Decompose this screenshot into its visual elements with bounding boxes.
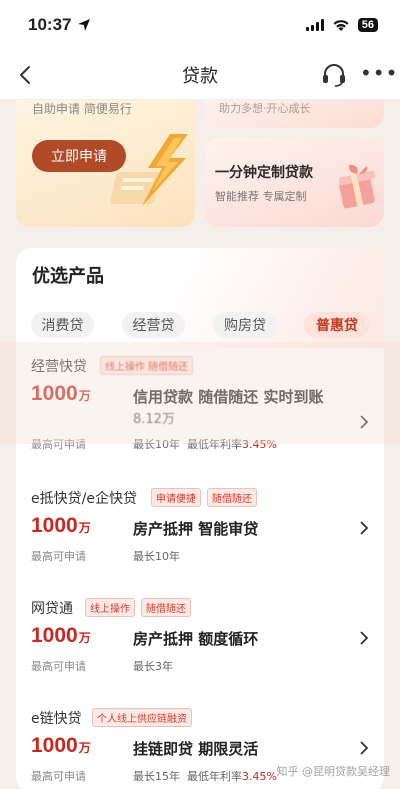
product-item-e-mortgage-loan[interactable]: e抵快贷/e企快贷 申请便捷 随借随还 1000万 最高可申请 房产抵押 智能审…: [16, 488, 384, 588]
chevron-right-icon[interactable]: [358, 520, 370, 536]
page-title: 贷款: [182, 65, 218, 87]
tab-inclusive-loan[interactable]: 普惠贷: [304, 312, 370, 338]
nav-bar: 贷款 •••: [0, 50, 400, 100]
section-title: 优选产品: [32, 266, 104, 287]
product-tags: 个人线上供应链融资: [92, 708, 192, 727]
location-arrow-icon: [78, 19, 91, 31]
gift-box-illustration-icon: [338, 164, 376, 209]
customer-service-icon[interactable]: [320, 62, 348, 88]
highlight-overlay: [0, 342, 400, 444]
wifi-icon: [333, 20, 349, 31]
growth-promo-text: 助力多想·开心成长: [219, 102, 311, 115]
product-name: 网贷通: [31, 601, 73, 617]
back-arrow-icon[interactable]: [14, 63, 38, 87]
chevron-right-icon[interactable]: [358, 630, 370, 646]
product-tag: 随借随还: [207, 488, 257, 507]
status-time: 10:37: [28, 15, 91, 35]
cellular-signal-icon: [305, 19, 324, 31]
product-tag: 线上操作: [85, 598, 135, 617]
more-options-icon[interactable]: •••: [360, 63, 397, 87]
tab-mortgage-loan[interactable]: 购房贷: [213, 312, 277, 338]
max-amount: 1000万: [31, 624, 91, 647]
chevron-right-icon[interactable]: [358, 740, 370, 756]
max-amount: 1000万: [31, 514, 91, 537]
product-item-net-loan[interactable]: 网贷通 线上操作 随借随还 1000万 最高可申请 房产抵押 额度循环 最长3年: [16, 598, 384, 698]
featured-products-card: 优选产品 消费贷 经营贷 购房贷 普惠贷 经营快贷 线上操作 随借随还 1000…: [16, 248, 384, 789]
amount-note: 最高可申请: [31, 660, 86, 673]
status-indicators: 56: [305, 18, 378, 32]
clock-text: 10:37: [28, 15, 72, 34]
custom-loan-subtitle: 智能推荐 专属定制: [215, 190, 307, 203]
custom-loan-promo-card[interactable]: 一分钟定制贷款 智能推荐 专属定制: [205, 138, 384, 227]
status-bar: 10:37 56: [0, 0, 400, 50]
amount-note: 最高可申请: [31, 770, 86, 783]
max-amount: 1000万: [31, 734, 91, 757]
product-term: 最长10年: [133, 550, 180, 563]
product-name: e链快贷: [31, 711, 82, 727]
product-name: e抵快贷/e企快贷: [31, 491, 137, 507]
product-feature: 房产抵押 智能审贷: [133, 520, 259, 538]
product-feature: 房产抵押 额度循环: [133, 630, 259, 648]
product-feature: 挂链即贷 期限灵活: [133, 740, 259, 758]
product-term: 最长15年 最低年利率3.45%: [133, 770, 277, 783]
product-tag: 随借随还: [141, 598, 191, 617]
promo-subtitle: 自助申请 简便易行: [32, 102, 132, 116]
product-term: 最长3年: [133, 660, 173, 673]
tab-consumer-loan[interactable]: 消费贷: [31, 312, 94, 338]
battery-indicator: 56: [357, 18, 378, 32]
watermark-text: 知乎 @昆明贷款吴经理: [276, 765, 391, 778]
product-tags: 申请便捷 随借随还: [151, 488, 257, 507]
custom-loan-title: 一分钟定制贷款: [215, 165, 313, 181]
growth-promo-card[interactable]: 助力多想·开心成长: [205, 100, 384, 128]
self-apply-promo-card[interactable]: 自助申请 简便易行 立即申请: [16, 100, 195, 227]
product-tag: 个人线上供应链融资: [92, 708, 192, 727]
product-tag: 申请便捷: [151, 488, 201, 507]
tab-business-loan[interactable]: 经营贷: [122, 312, 185, 338]
amount-note: 最高可申请: [31, 550, 86, 563]
product-tags: 线上操作 随借随还: [85, 598, 191, 617]
speed-arrow-illustration-icon: [110, 134, 188, 206]
